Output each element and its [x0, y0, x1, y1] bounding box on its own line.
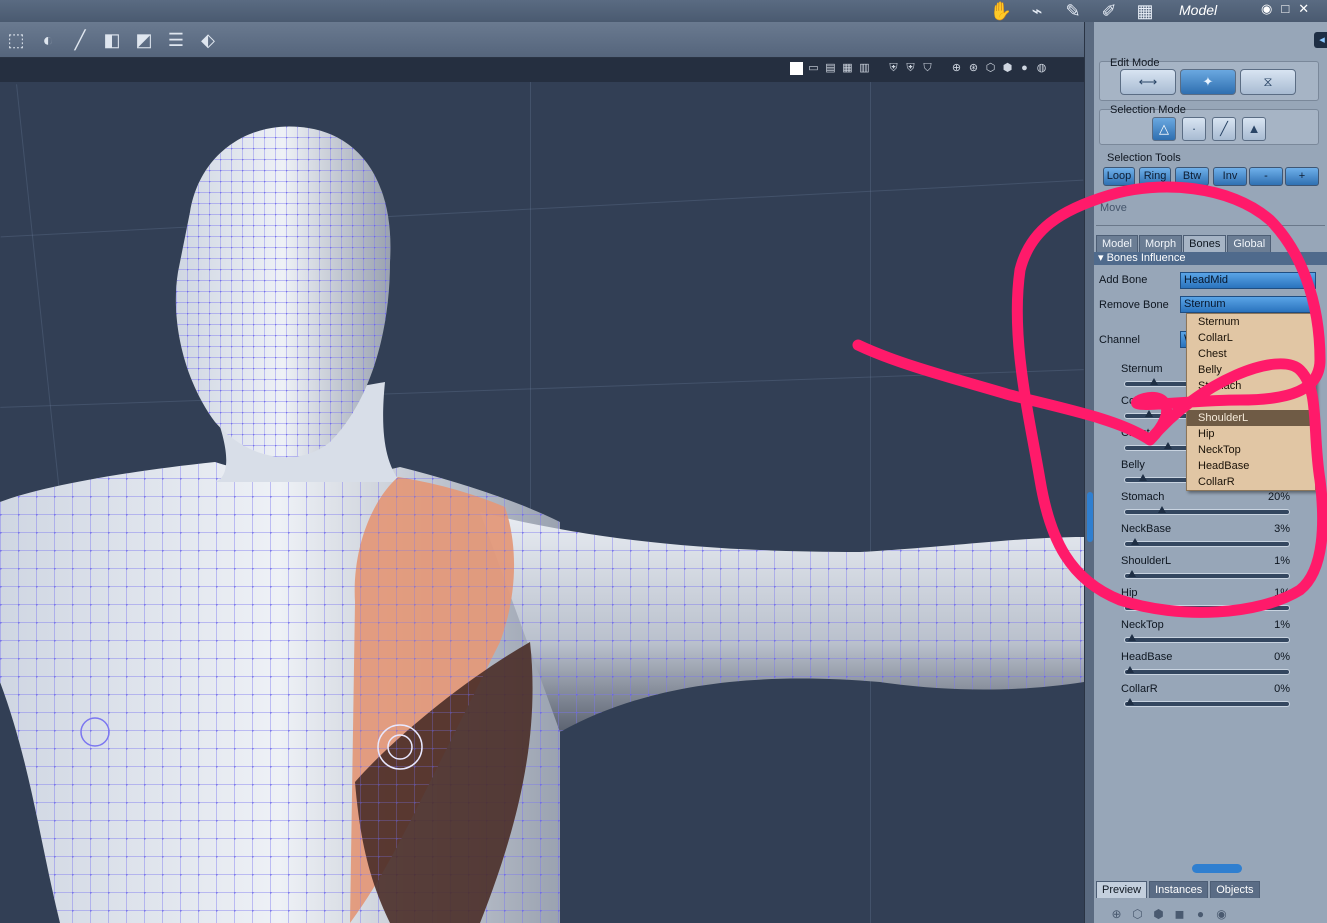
red-scribble — [852, 181, 1327, 618]
annotation-overlay — [852, 181, 1327, 618]
app-window: ✋ ⌁ ✎ ✐ ▦ Model ◉ □ ✕ ⬚ ◐ ╱ ◧ ◩ ☰ ⬖ ▭ ▤ … — [0, 0, 1327, 923]
